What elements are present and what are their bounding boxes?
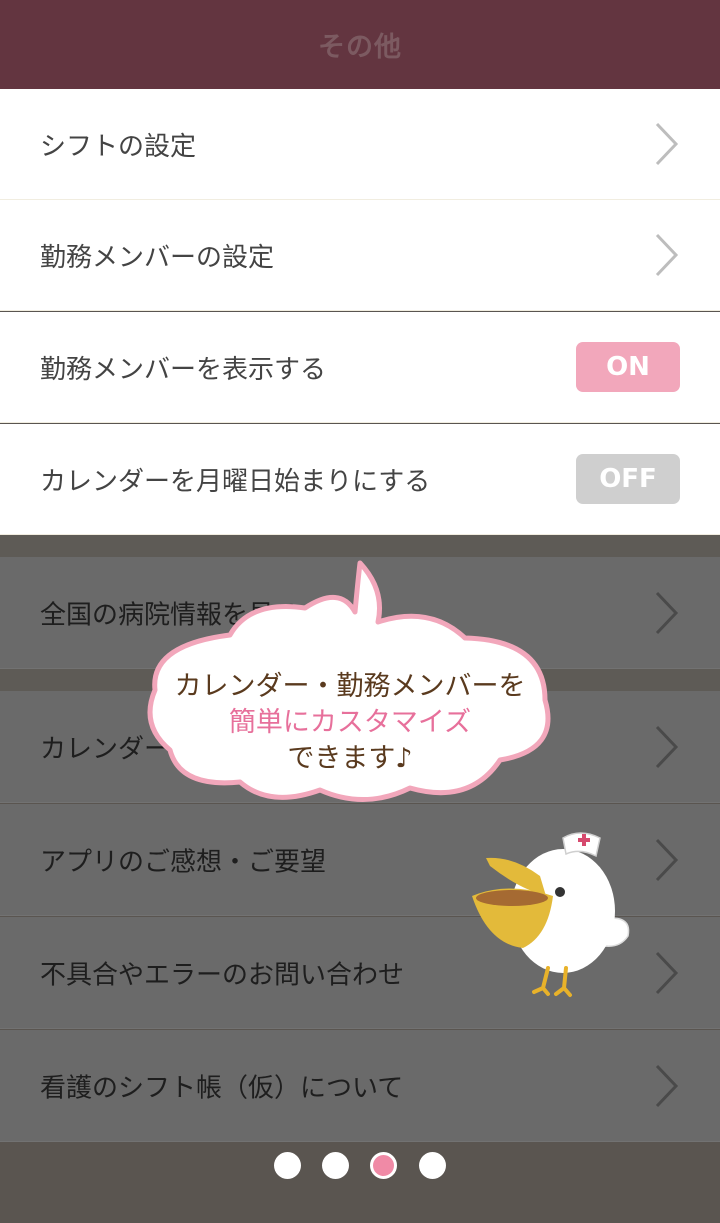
link-row-label: アプリのご感想・ご要望	[40, 847, 327, 877]
link-row-label: 看護のシフト帳（仮）について	[40, 1073, 404, 1103]
monday-start-toggle[interactable]: OFF	[576, 454, 680, 504]
section-divider	[0, 535, 720, 557]
tooltip-line-2: 簡単にカスタマイズ	[228, 707, 472, 738]
settings-row-label: 勤務メンバーを表示する	[40, 354, 327, 385]
settings-row-label: シフトの設定	[40, 131, 197, 162]
settings-row-members[interactable]: 勤務メンバーの設定	[0, 200, 720, 311]
link-row-about[interactable]: 看護のシフト帳（仮）について	[0, 1030, 720, 1142]
pelican-mascot-icon	[472, 832, 630, 997]
tooltip-line-3: できます♪	[287, 743, 413, 774]
chevron-right-icon	[654, 724, 680, 770]
chevron-right-icon	[654, 837, 680, 883]
page-dot-2[interactable]	[322, 1152, 349, 1179]
page-indicator	[0, 1152, 720, 1180]
settings-row-shift[interactable]: シフトの設定	[0, 89, 720, 200]
header-bar: その他	[0, 0, 720, 89]
page-dot-3-active[interactable]	[370, 1152, 397, 1179]
settings-row-show-members: 勤務メンバーを表示する ON	[0, 312, 720, 423]
settings-row-label: 勤務メンバーの設定	[40, 242, 275, 273]
chevron-right-icon	[654, 121, 680, 167]
chevron-right-icon	[654, 950, 680, 996]
settings-row-monday-start: カレンダーを月曜日始まりにする OFF	[0, 424, 720, 535]
link-row-label: 不具合やエラーのお問い合わせ	[40, 960, 405, 990]
chevron-right-icon	[654, 1063, 680, 1109]
settings-row-label: カレンダーを月曜日始まりにする	[40, 466, 431, 497]
tooltip-line-1: カレンダー・勤務メンバーを	[174, 671, 526, 702]
page-dot-4[interactable]	[419, 1152, 446, 1179]
chevron-right-icon	[654, 590, 680, 636]
page-title: その他	[318, 32, 402, 63]
show-members-toggle[interactable]: ON	[576, 342, 680, 392]
chevron-right-icon	[654, 232, 680, 278]
page-dot-1[interactable]	[274, 1152, 301, 1179]
